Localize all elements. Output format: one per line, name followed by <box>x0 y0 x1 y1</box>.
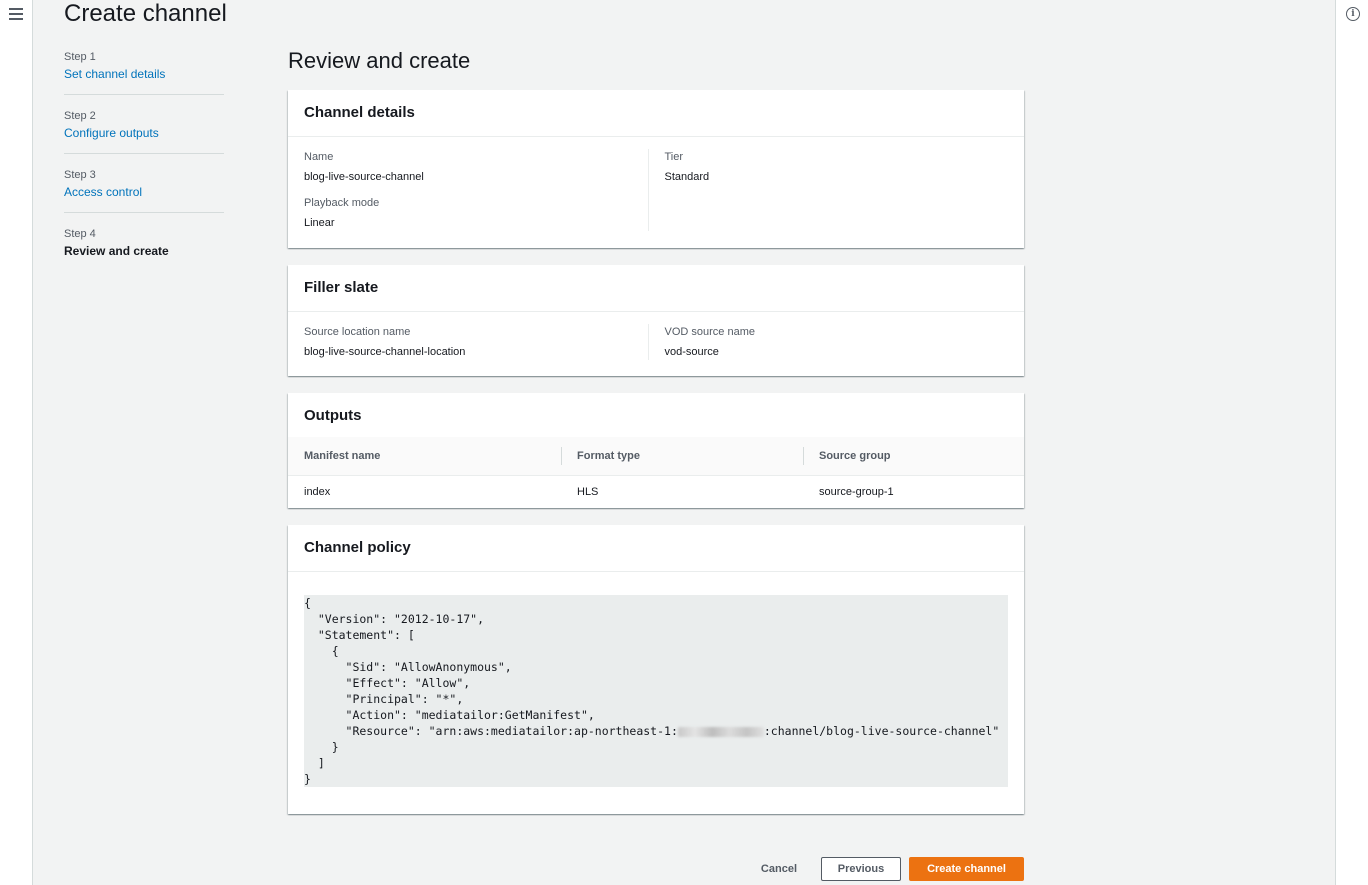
channel-policy-panel: Channel policy { "Version": "2012-10-17"… <box>288 525 1024 814</box>
policy-code-block: { "Version": "2012-10-17", "Statement": … <box>304 595 1008 787</box>
field-value: vod-source <box>664 346 719 358</box>
step-number: Step 1 <box>64 51 96 63</box>
section-title: Review and create <box>288 48 471 73</box>
create-channel-button[interactable]: Create channel <box>909 857 1024 881</box>
step-current-review-and-create: Review and create <box>64 244 169 258</box>
cancel-button[interactable]: Cancel <box>761 863 797 875</box>
policy-code-text: { "Version": "2012-10-17", "Statement": … <box>304 596 678 738</box>
step-link-access-control[interactable]: Access control <box>64 184 224 200</box>
step-link-configure-outputs[interactable]: Configure outputs <box>64 125 224 141</box>
wizard-step-3: Step 3 Access control <box>64 168 224 213</box>
filler-slate-panel: Filler slate Source location name blog-l… <box>288 265 1024 376</box>
field-value: Linear <box>304 217 335 229</box>
left-navigation-rail <box>0 0 33 885</box>
step-number: Step 2 <box>64 110 96 122</box>
field-label: Tier <box>664 151 684 163</box>
panel-title: Outputs <box>304 407 362 424</box>
table-cell: source-group-1 <box>819 486 894 498</box>
table-cell: HLS <box>577 486 599 498</box>
panel-title: Filler slate <box>288 265 1024 312</box>
column-header: Format type <box>561 437 803 476</box>
panel-title: Channel policy <box>288 525 1024 572</box>
field-value: blog-live-source-channel <box>304 171 424 183</box>
wizard-steps: Step 1 Set channel details Step 2 Config… <box>64 50 224 285</box>
right-tools-rail: i <box>1335 0 1368 885</box>
column-header: Source group <box>803 437 1024 476</box>
outputs-panel: Outputs Manifest name Format type Source… <box>288 393 1024 508</box>
panel-title: Channel details <box>288 90 1024 137</box>
field-label: Source location name <box>304 326 411 338</box>
field-label: VOD source name <box>664 326 755 338</box>
wizard-actions: Cancel Previous Create channel <box>288 857 1024 881</box>
info-icon[interactable]: i <box>1346 7 1360 21</box>
channel-details-panel: Channel details Name blog-live-source-ch… <box>288 90 1024 248</box>
column-header: Manifest name <box>288 437 561 476</box>
outputs-table: Manifest name Format type Source group i… <box>288 437 1024 508</box>
main-content: Review and create Channel details Name b… <box>288 44 1024 831</box>
step-link-set-channel-details[interactable]: Set channel details <box>64 66 224 82</box>
page-title: Create channel <box>64 0 227 27</box>
step-number: Step 4 <box>64 228 96 240</box>
table-cell: index <box>304 486 331 498</box>
table-row: index HLS source-group-1 <box>288 476 1024 509</box>
previous-button[interactable]: Previous <box>821 857 901 881</box>
field-value: blog-live-source-channel-location <box>304 346 466 358</box>
wizard-step-2: Step 2 Configure outputs <box>64 109 224 154</box>
wizard-step-4: Step 4 Review and create <box>64 227 224 271</box>
field-label: Name <box>304 151 334 163</box>
step-number: Step 3 <box>64 169 96 181</box>
field-value: Standard <box>664 171 710 183</box>
wizard-step-1: Step 1 Set channel details <box>64 50 224 95</box>
hamburger-menu-icon[interactable] <box>9 7 23 21</box>
field-label: Playback mode <box>304 197 380 209</box>
redacted-account-id <box>677 726 764 737</box>
